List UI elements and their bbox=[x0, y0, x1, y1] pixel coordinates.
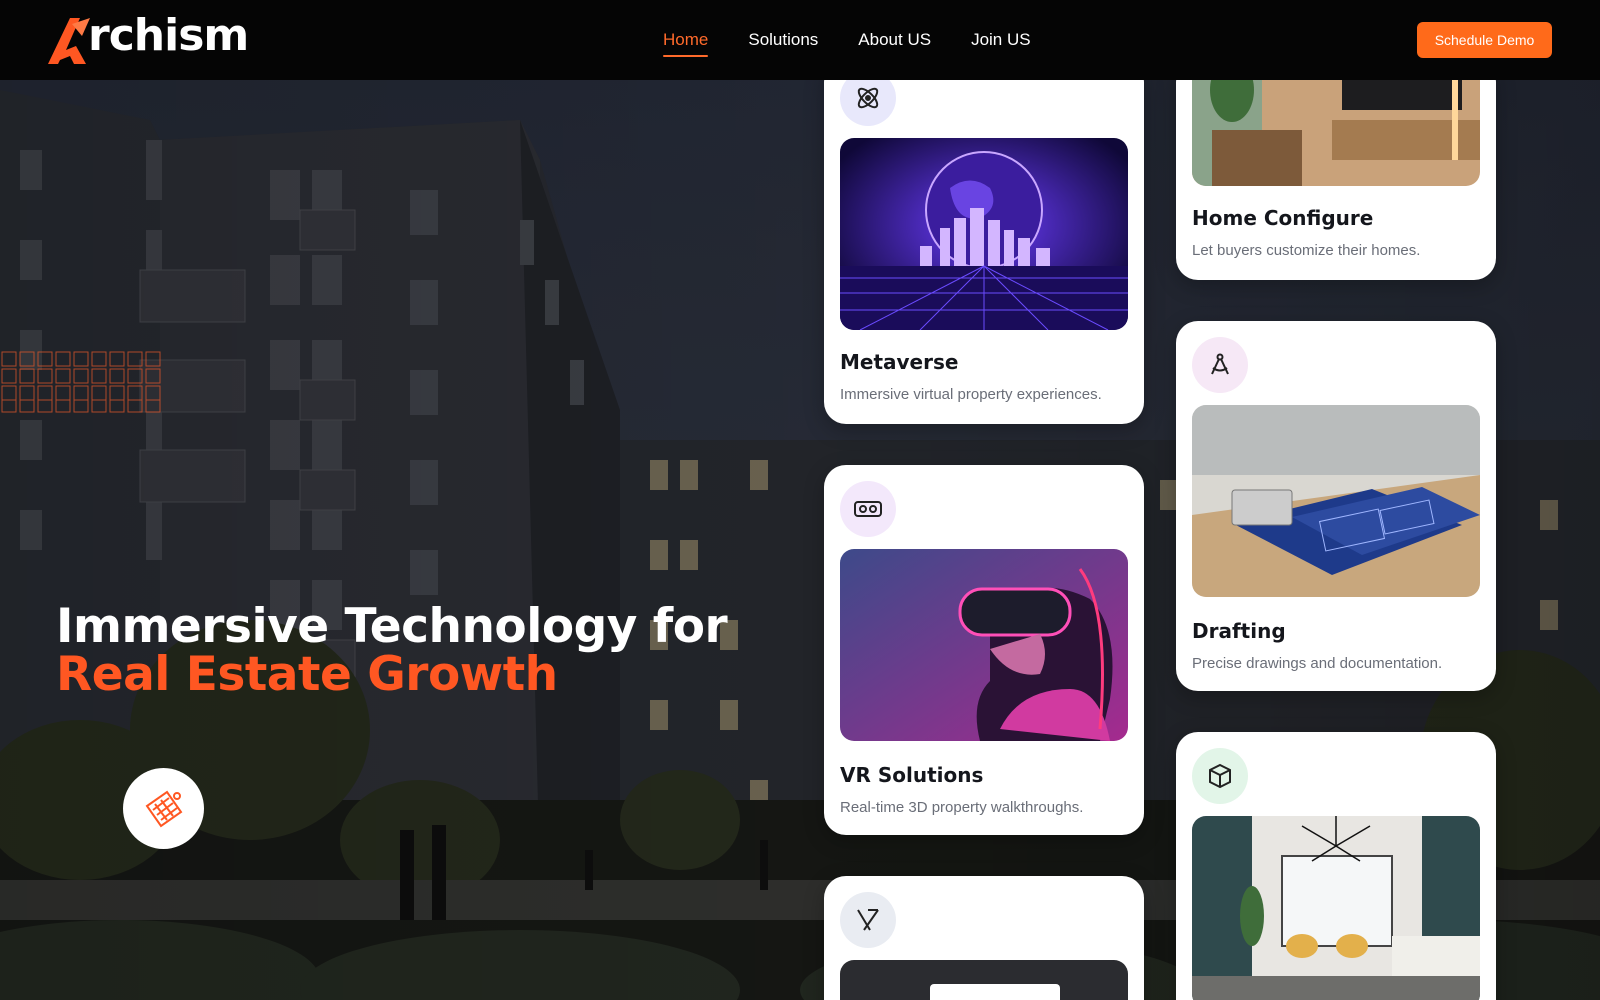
blueprint-icon bbox=[145, 790, 182, 827]
schedule-demo-button[interactable]: Schedule Demo bbox=[1417, 22, 1552, 58]
card-title: Drafting bbox=[1192, 619, 1286, 643]
interior-image bbox=[1192, 816, 1480, 1000]
card-icon-circle bbox=[1192, 748, 1248, 804]
card-vr-solutions[interactable]: VR Solutions Real-time 3D property walkt… bbox=[824, 465, 1144, 835]
card-description: Let buyers customize their homes. bbox=[1192, 242, 1421, 259]
cube-icon bbox=[1209, 763, 1231, 789]
drafting-image bbox=[1192, 405, 1480, 597]
nav-solutions[interactable]: Solutions bbox=[748, 0, 818, 80]
vr-headset-icon bbox=[854, 501, 882, 517]
card-title: VR Solutions bbox=[840, 763, 984, 787]
card-title: Metaverse bbox=[840, 350, 959, 374]
brand-logo[interactable]: rchism bbox=[46, 6, 249, 66]
card-drafting[interactable]: Drafting Precise drawings and documentat… bbox=[1176, 321, 1496, 691]
nav-about-us[interactable]: About US bbox=[858, 0, 931, 80]
card-icon-circle bbox=[840, 892, 896, 948]
card-title: Home Configure bbox=[1192, 206, 1374, 230]
nav-home[interactable]: Home bbox=[663, 0, 709, 80]
vr-solutions-image bbox=[840, 549, 1128, 741]
top-navbar: rchism Home Solutions About US Join US S… bbox=[0, 0, 1600, 80]
card-icon-circle bbox=[840, 481, 896, 537]
xr-icon bbox=[857, 909, 879, 931]
hero-title: Immersive Technology for Real Estate Gro… bbox=[56, 599, 728, 702]
nav-join-us[interactable]: Join US bbox=[971, 0, 1031, 80]
decorative-grid-pattern bbox=[1, 351, 161, 413]
atom-icon bbox=[857, 87, 879, 109]
card-interior[interactable] bbox=[1176, 732, 1496, 1000]
xr-image bbox=[840, 960, 1128, 1000]
metaverse-image bbox=[840, 138, 1128, 330]
hero-title-line1: Immersive Technology for bbox=[56, 599, 728, 654]
card-description: Immersive virtual property experiences. bbox=[840, 386, 1102, 403]
card-icon-circle bbox=[1192, 337, 1248, 393]
compass-icon bbox=[1211, 353, 1229, 375]
card-description: Precise drawings and documentation. bbox=[1192, 655, 1443, 672]
card-description: Real-time 3D property walkthroughs. bbox=[840, 799, 1084, 816]
card-home-configure[interactable]: Home Configure Let buyers customize thei… bbox=[1176, 50, 1496, 280]
logo-text: rchism bbox=[88, 10, 249, 61]
blueprint-badge[interactable] bbox=[123, 768, 204, 849]
card-metaverse[interactable]: Metaverse Immersive virtual property exp… bbox=[824, 60, 1144, 424]
card-xr[interactable] bbox=[824, 876, 1144, 1000]
hero-title-line2: Real Estate Growth bbox=[56, 647, 558, 702]
main-nav: Home Solutions About US Join US bbox=[663, 0, 1071, 80]
